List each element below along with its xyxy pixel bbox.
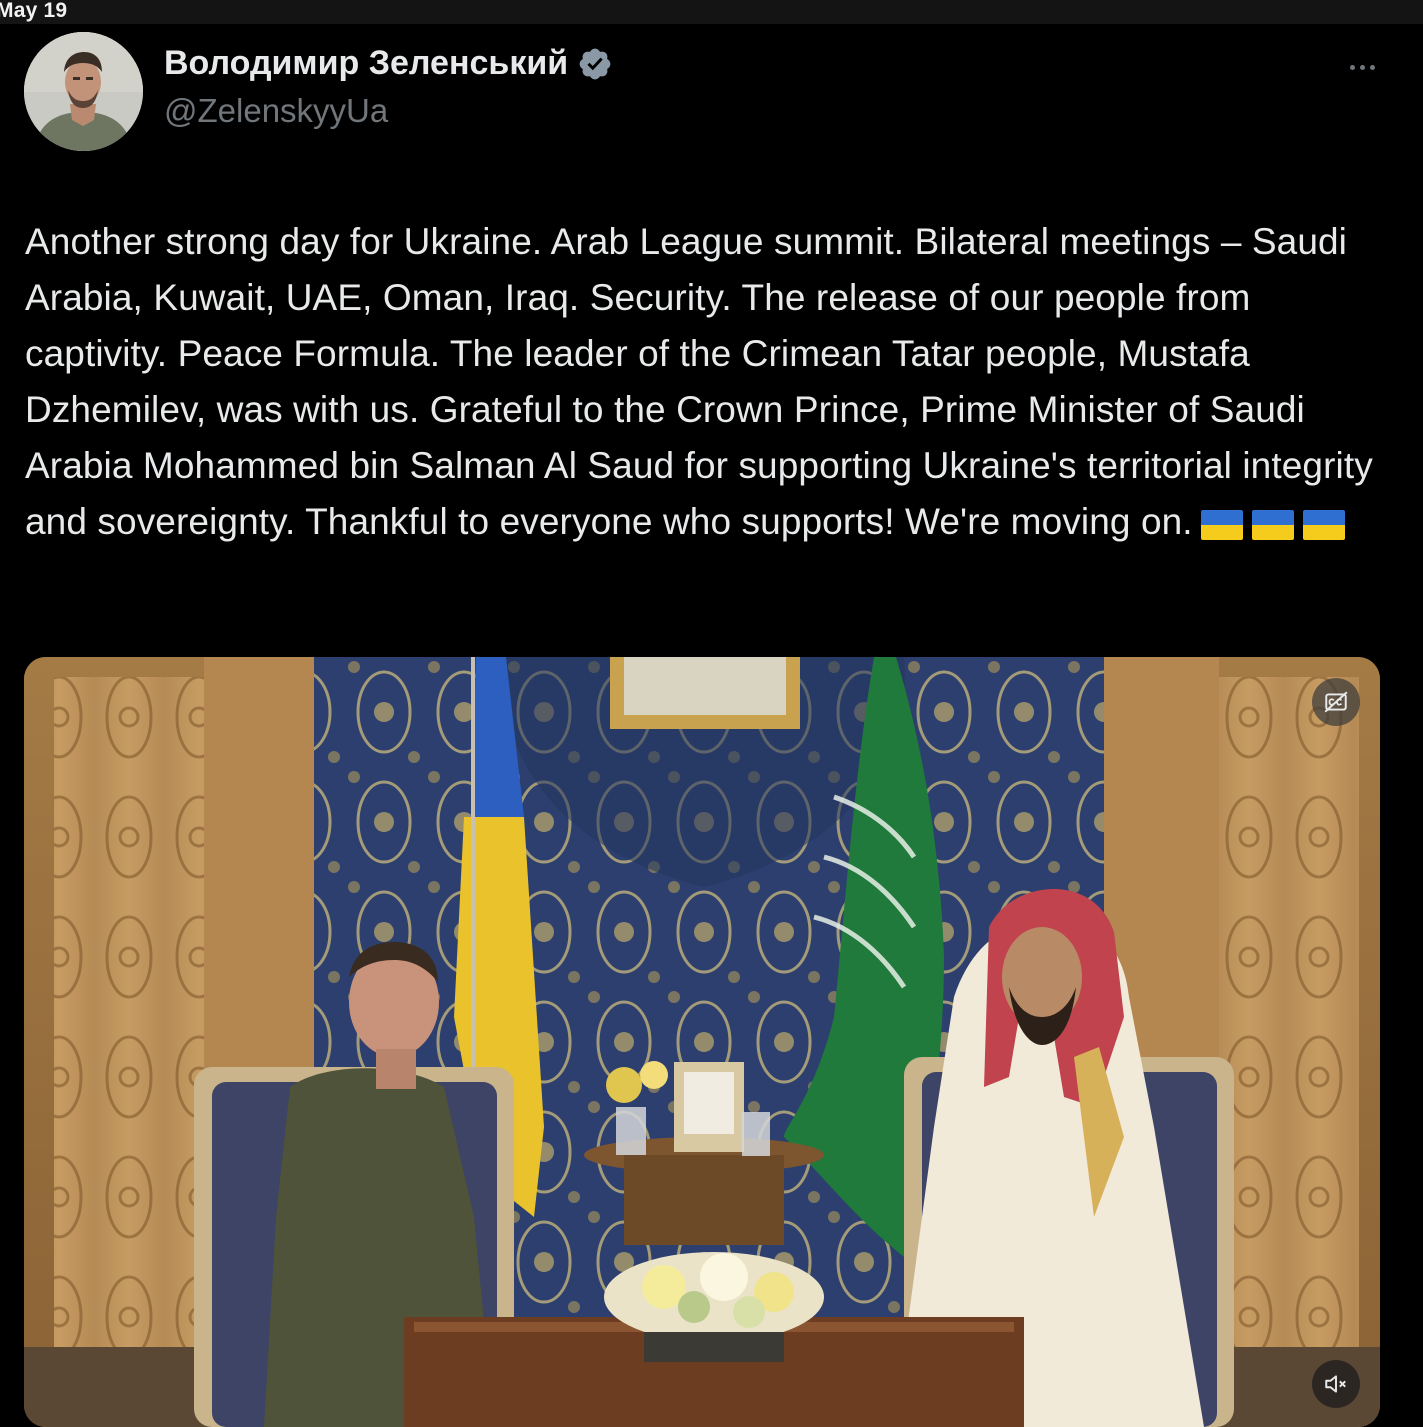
volume-muted-icon[interactable] bbox=[1312, 1360, 1360, 1408]
display-name-text: Володимир Зеленський bbox=[164, 44, 569, 82]
avatar-photo bbox=[24, 32, 143, 151]
video-frame bbox=[24, 657, 1380, 1427]
author-avatar[interactable] bbox=[24, 32, 143, 151]
ukraine-flag-icon bbox=[1302, 510, 1345, 541]
tweet[interactable]: Володимир Зеленський @ZelenskyyUa Anothe… bbox=[0, 24, 1423, 1427]
ukraine-flag-emojis bbox=[1200, 496, 1354, 552]
more-horizontal-icon[interactable] bbox=[1340, 54, 1384, 80]
top-strip: May 19 bbox=[0, 0, 1423, 24]
captions-off-icon[interactable] bbox=[1312, 678, 1360, 726]
verified-badge-icon[interactable] bbox=[577, 46, 613, 82]
ukraine-flag-icon bbox=[1200, 510, 1243, 541]
video-player[interactable] bbox=[24, 657, 1380, 1427]
author-display-name[interactable]: Володимир Зеленський bbox=[164, 44, 613, 83]
tweet-body: Another strong day for Ukraine. Arab Lea… bbox=[25, 221, 1384, 542]
tweet-text: Another strong day for Ukraine. Arab Lea… bbox=[25, 214, 1385, 552]
date-label: May 19 bbox=[0, 0, 68, 22]
ukraine-flag-icon bbox=[1251, 510, 1294, 541]
author-handle[interactable]: @ZelenskyyUa bbox=[164, 92, 388, 130]
